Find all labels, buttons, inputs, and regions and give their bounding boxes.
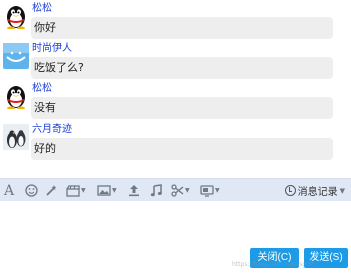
magic-wand-icon[interactable] [45,182,58,199]
qq-penguin-icon [7,86,25,109]
penguin-photo-avatar [3,124,29,150]
message-bubble: 吃饭了么? [31,57,333,79]
font-icon[interactable]: A [4,182,14,199]
message-input[interactable]: 关闭(C) 发送(S) https://blog.csdn.net/ssg00 [0,201,351,274]
chat-window: 松松 你好 时尚伊人 吃饭了么? 松松 没有 六月奇迹 好的 A ▼ ▼ ▼ ▼… [0,0,351,274]
chevron-down-icon: ▼ [339,186,345,195]
emoji-icon[interactable] [25,182,38,199]
clock-icon [284,185,296,196]
watermark: https://blog.csdn.net/ssg00 [232,261,314,268]
message-bubble: 没有 [31,97,333,119]
message-item: 时尚伊人 吃饭了么? [0,40,351,80]
input-toolbar: A ▼ ▼ ▼ ▼ 消息记录 ▼ [0,178,351,201]
image-icon[interactable]: ▼ [97,182,117,199]
music-icon[interactable] [150,182,162,199]
message-bubble: 你好 [31,17,333,39]
message-sender: 松松 [32,83,52,94]
message-list: 松松 你好 时尚伊人 吃饭了么? 松松 没有 六月奇迹 好的 [0,0,351,178]
film-icon[interactable]: ▼ [66,182,86,199]
message-sender: 六月奇迹 [32,124,72,135]
upload-icon[interactable] [128,182,140,199]
message-sender: 时尚伊人 [32,43,72,54]
qq-penguin-icon [7,6,25,29]
message-history-label: 消息记录 [297,187,338,198]
message-item: 六月奇迹 好的 [0,121,351,161]
screen-share-icon[interactable]: ▼ [200,182,220,199]
message-item: 松松 你好 [0,0,351,40]
scissors-icon[interactable]: ▼ [171,182,190,199]
message-bubble: 好的 [31,138,333,160]
blue-sky-avatar [3,43,29,69]
message-history-button[interactable]: 消息记录 ▼ [284,182,345,199]
message-item: 松松 没有 [0,80,351,120]
message-sender: 松松 [32,3,52,14]
